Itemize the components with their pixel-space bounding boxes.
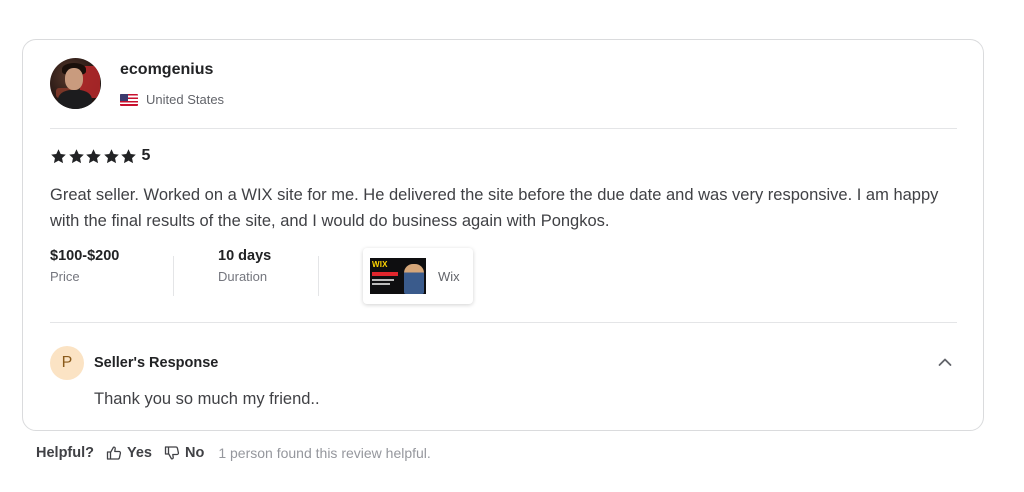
duration-label: Duration: [218, 269, 268, 284]
thumbs-down-icon: [164, 446, 180, 460]
star-icon: [51, 148, 66, 163]
gig-label: Wix: [438, 268, 460, 284]
price-value: $100-$200: [50, 248, 120, 264]
star-icon: [103, 148, 119, 163]
gig-thumbnail: WIX: [370, 258, 426, 294]
us-flag-icon: [120, 93, 138, 106]
yes-label: Yes: [127, 445, 152, 461]
country-label: United States: [146, 92, 225, 107]
reviewer-username[interactable]: ecomgenius: [120, 61, 213, 79]
meta-divider: [318, 256, 319, 296]
reviewer-header: ecomgenius United States: [50, 58, 957, 130]
review-text: Great seller. Worked on a WIX site for m…: [50, 186, 939, 230]
seller-response-text: Thank you so much my friend..: [94, 390, 320, 408]
price-label: Price: [50, 269, 80, 284]
rating-value: 5: [141, 147, 151, 164]
price-block: $100-$200 Price: [50, 248, 119, 284]
meta-divider: [173, 256, 174, 296]
helpful-count-text: 1 person found this review helpful.: [218, 445, 431, 461]
header-divider: [50, 128, 957, 129]
star-rating: 5: [50, 147, 150, 165]
seller-response-title: Seller's Response: [94, 355, 219, 371]
thumbs-up-icon: [106, 446, 122, 460]
review-card: ecomgenius United States 5 Great seller.…: [22, 39, 984, 431]
reviewer-country: United States: [120, 92, 224, 107]
gig-link[interactable]: WIX Wix: [363, 248, 473, 304]
reviewer-avatar[interactable]: [50, 58, 101, 109]
no-label: No: [185, 445, 205, 461]
helpful-bar: Helpful? Yes No 1 person found this revi…: [36, 443, 431, 463]
helpful-label: Helpful?: [36, 445, 94, 461]
seller-avatar: P: [50, 346, 84, 380]
seller-response: P Seller's Response Thank you so much my…: [50, 346, 957, 416]
star-icon: [86, 148, 101, 163]
duration-value: 10 days: [218, 248, 272, 264]
star-icon: [68, 148, 84, 163]
helpful-yes-button[interactable]: Yes: [106, 445, 152, 461]
chevron-up-icon[interactable]: [937, 354, 953, 370]
duration-block: 10 days Duration: [218, 248, 271, 284]
star-icon: [121, 148, 136, 163]
response-divider: [50, 322, 957, 323]
order-meta: $100-$200 Price 10 days Duration WIX Wix: [50, 248, 650, 308]
helpful-no-button[interactable]: No: [164, 445, 204, 461]
